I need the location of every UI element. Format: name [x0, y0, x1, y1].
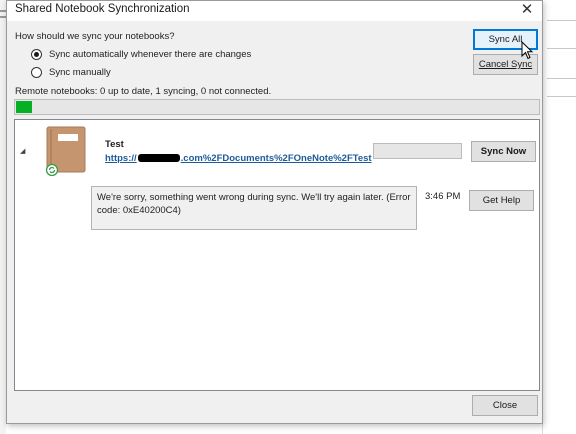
dialog-title: Shared Notebook Synchronization [15, 3, 190, 15]
overall-progress-bar [14, 99, 540, 115]
radio-button-unselected[interactable] [31, 67, 42, 78]
radio-sync-automatically[interactable]: Sync automatically whenever there are ch… [31, 49, 251, 60]
get-help-label: Get Help [482, 195, 521, 206]
close-label: Close [492, 400, 518, 411]
notebook-icon [45, 126, 86, 176]
radio-label-auto: Sync automatically whenever there are ch… [49, 49, 252, 60]
title-bar: Shared Notebook Synchronization ✕ [7, 1, 542, 21]
notebook-name: Test [105, 139, 124, 150]
background-app-window [542, 0, 576, 434]
notebook-url-link[interactable]: https:// .com%2FDocuments%2FOneNote%2FTes… [105, 153, 372, 164]
radio-button-selected[interactable] [31, 49, 42, 60]
notebook-url-prefix: https:// [105, 153, 137, 164]
get-help-button[interactable]: Get Help [469, 190, 534, 211]
notebook-progress-bar [373, 143, 462, 159]
sync-question-label: How should we sync your notebooks? [15, 31, 175, 42]
redaction-mark [137, 154, 180, 163]
sync-now-button[interactable]: Sync Now [471, 141, 536, 162]
notebook-url-suffix: .com%2FDocuments%2FOneNote%2FTest [180, 153, 372, 164]
notebook-list[interactable]: ◢ Test https:// .com%2FDocuments%2FOneNot… [14, 119, 540, 391]
collapse-triangle-icon[interactable]: ◢ [20, 147, 25, 155]
close-icon[interactable]: ✕ [512, 1, 542, 21]
radio-sync-manually[interactable]: Sync manually [31, 67, 111, 78]
sync-dialog: Shared Notebook Synchronization ✕ How sh… [6, 0, 543, 424]
close-button[interactable]: Close [472, 395, 538, 416]
sync-now-label: Sync Now [480, 146, 527, 157]
error-timestamp: 3:46 PM [425, 191, 461, 202]
sync-error-message: We're sorry, something went wrong during… [91, 186, 417, 230]
sync-badge-icon [45, 163, 59, 176]
mouse-pointer-icon [521, 41, 534, 60]
sync-all-label: Sync All [488, 34, 523, 45]
radio-label-manual: Sync manually [49, 67, 111, 78]
remote-notebooks-status: Remote notebooks: 0 up to date, 1 syncin… [15, 86, 272, 97]
overall-progress-fill [16, 101, 32, 113]
